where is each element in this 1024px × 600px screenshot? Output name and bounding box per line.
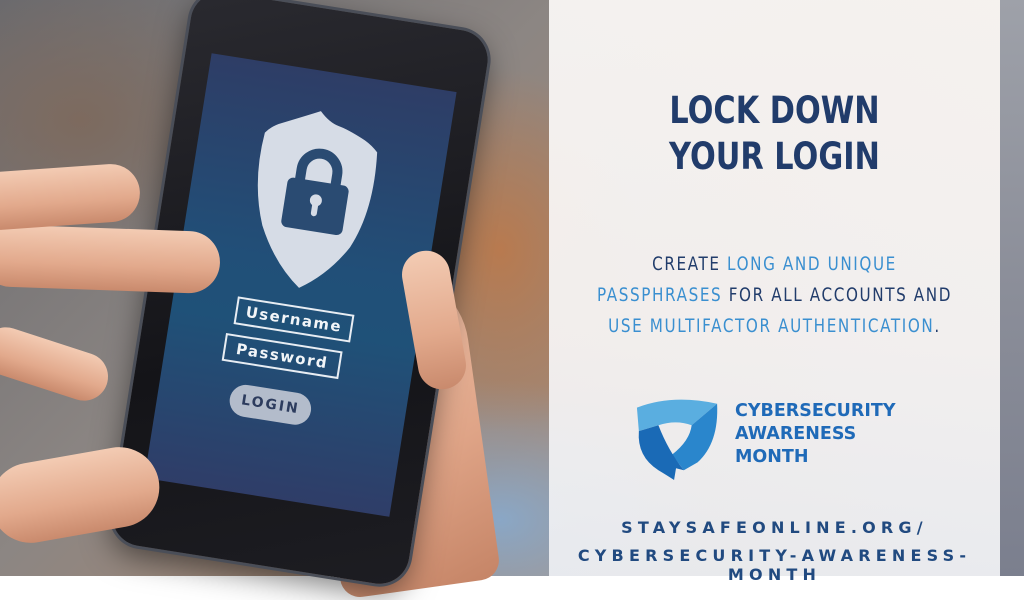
message-panel: LOCK DOWN YOUR LOGIN CREATE LONG AND UNI… <box>549 0 1000 584</box>
body-copy: CREATE LONG AND UNIQUE PASSPHRASES FOR A… <box>594 249 955 342</box>
headline: LOCK DOWN YOUR LOGIN <box>590 88 960 180</box>
body-text: CREATE <box>652 253 728 275</box>
body-highlight: LONG AND UNIQUE <box>727 253 897 275</box>
username-field[interactable]: Username <box>233 296 355 343</box>
login-button[interactable]: LOGIN <box>227 382 314 428</box>
login-label: LOGIN <box>240 392 301 418</box>
body-line-2: PASSPHRASES FOR ALL ACCOUNTS AND <box>594 280 955 311</box>
headline-line-1: LOCK DOWN <box>669 89 880 132</box>
logo-line-2: AWARENESS <box>735 424 857 444</box>
url-line-1[interactable]: STAYSAFEONLINE.ORG/ <box>549 518 1000 537</box>
shield-lock-icon <box>257 111 378 288</box>
body-text: . <box>934 315 941 337</box>
body-highlight: USE MULTIFACTOR AUTHENTICATION <box>608 315 935 337</box>
headline-line-2: YOUR LOGIN <box>669 135 880 178</box>
cybersecurity-shield-logo <box>636 399 718 481</box>
username-label: Username <box>244 302 344 336</box>
logo-line-1: CYBERSECURITY <box>735 401 896 421</box>
password-label: Password <box>234 339 330 373</box>
password-field[interactable]: Password <box>221 332 343 380</box>
url-line-2[interactable]: CYBERSECURITY-AWARENESS-MONTH <box>549 546 1000 584</box>
body-line-3: USE MULTIFACTOR AUTHENTICATION. <box>594 311 955 342</box>
logo-wordmark: CYBERSECURITY AWARENESS MONTH <box>735 400 896 469</box>
left-index-finger <box>0 223 222 295</box>
body-text: FOR ALL ACCOUNTS AND <box>722 284 953 306</box>
body-line-1: CREATE LONG AND UNIQUE <box>594 249 955 280</box>
logo-line-3: MONTH <box>735 447 809 467</box>
body-highlight: PASSPHRASES <box>596 284 723 306</box>
background-right-strip <box>1000 0 1024 576</box>
